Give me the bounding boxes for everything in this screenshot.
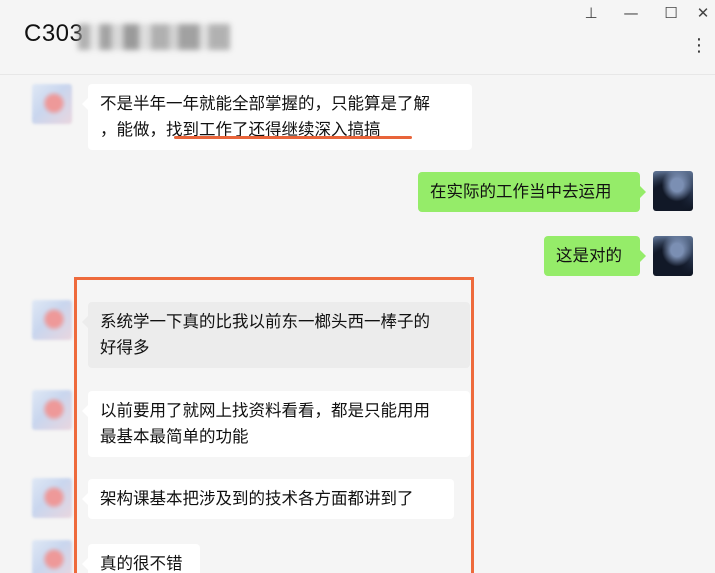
message-text: 不是半年一年就能全部掌握的，只能算是了解 bbox=[100, 94, 430, 113]
avatar[interactable] bbox=[32, 390, 72, 430]
message-text: 在实际的工作当中去运用 bbox=[430, 182, 612, 201]
close-icon[interactable]: ✕ bbox=[690, 2, 715, 24]
more-vertical-icon[interactable]: ⋮ bbox=[689, 36, 709, 56]
avatar[interactable] bbox=[32, 84, 72, 124]
minimize-icon[interactable]: — bbox=[618, 2, 644, 24]
message-bubble-self: 这是对的 bbox=[544, 236, 646, 276]
chat-title-redacted bbox=[78, 24, 230, 50]
maximize-icon[interactable]: ☐ bbox=[658, 2, 684, 24]
avatar[interactable] bbox=[653, 171, 693, 211]
message-bubble: 不是半年一年就能全部掌握的，只能算是了解 ，能做，找到工作了还得继续深入搞搞 bbox=[82, 84, 472, 150]
annotation-highlight-box bbox=[74, 277, 474, 573]
avatar[interactable] bbox=[32, 300, 72, 340]
message-text: 这是对的 bbox=[556, 246, 622, 265]
avatar[interactable] bbox=[653, 236, 693, 276]
message-text: ，能做，找到工作了还得继续深入搞搞 bbox=[100, 120, 381, 139]
pin-icon[interactable]: ⊥ bbox=[578, 2, 604, 24]
avatar[interactable] bbox=[32, 540, 72, 573]
avatar[interactable] bbox=[32, 478, 72, 518]
annotation-underline bbox=[174, 136, 412, 139]
message-bubble-self: 在实际的工作当中去运用 bbox=[418, 172, 646, 212]
chat-title: C303 bbox=[24, 20, 84, 47]
chat-header: C303 ⊥ — ☐ ✕ ⋮ bbox=[0, 0, 715, 75]
